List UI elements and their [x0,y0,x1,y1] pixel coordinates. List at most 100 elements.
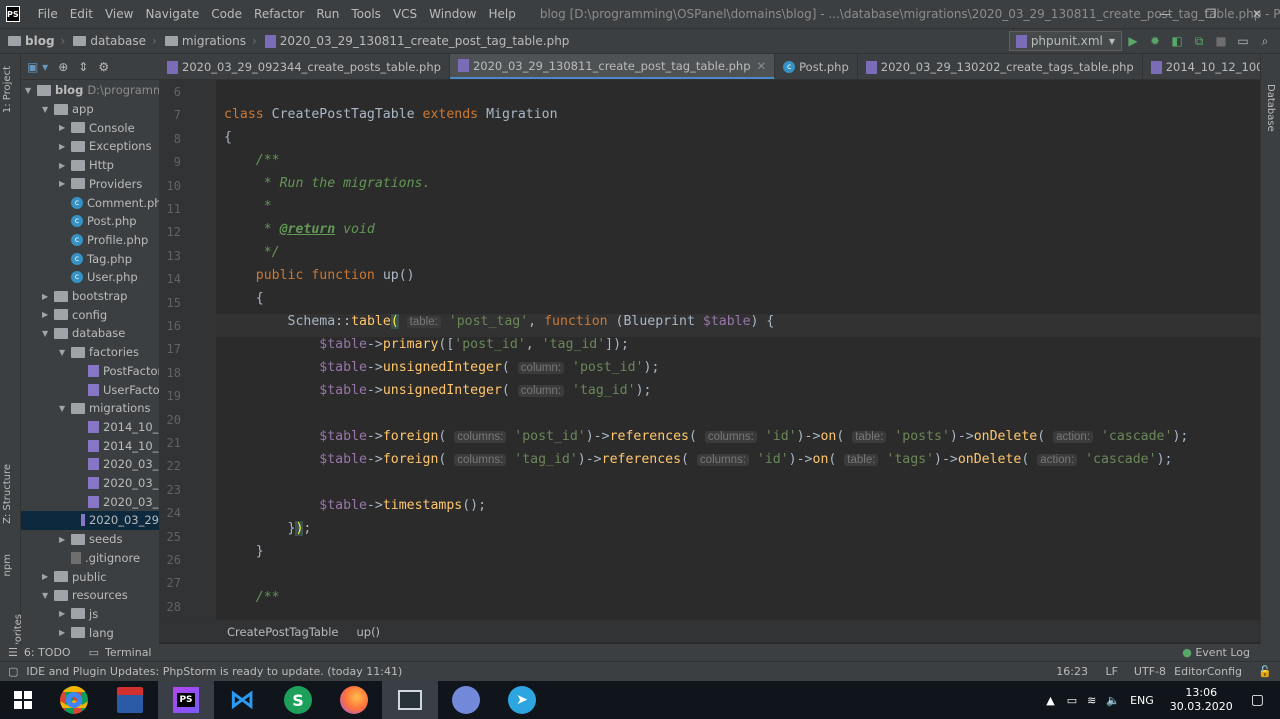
start-button[interactable] [0,681,46,719]
tree-item[interactable]: ▼ database [42,324,125,343]
locate-icon[interactable]: ⊕ [58,60,68,74]
tree-item[interactable]: ▼ resources [42,586,128,605]
tab-create-post-tag-table[interactable]: 2020_03_29_130811_create_post_tag_table.… [449,54,776,79]
editorconfig-status[interactable]: EditorConfig [1174,665,1242,678]
caret-position[interactable]: 16:23 [1056,665,1088,678]
crumb-migrations[interactable]: migrations › [164,34,257,48]
tool-tab-npm[interactable]: npm [2,554,13,576]
status-message[interactable]: IDE and Plugin Updates: PhpStorm is read… [26,665,402,678]
close-tab-icon[interactable]: ✕ [757,59,767,73]
breadcrumb-class[interactable]: CreatePostTagTable [227,625,338,639]
tree-item[interactable]: c Tag.php [59,249,132,268]
taskbar-firefox[interactable] [326,681,382,719]
taskbar-phpstorm[interactable]: PS [158,681,214,719]
tree-item[interactable]: ▼ migrations [59,399,151,418]
debug-icon[interactable]: ✹ [1144,31,1166,51]
tool-tab-project[interactable]: 1: Project [2,66,13,113]
tree-item[interactable]: .gitignore [59,549,140,568]
tool-tab-event-log[interactable]: ● Event Log [1182,646,1250,659]
tree-item[interactable]: 2020_03_29 [21,511,159,530]
tree-item[interactable]: c User.php [59,268,138,287]
taskbar-terminal[interactable] [382,681,438,719]
battery-icon[interactable]: ▭ [1067,694,1077,707]
taskbar-chrome[interactable] [46,681,102,719]
tool-tab-terminal[interactable]: Terminal [105,646,152,659]
taskbar-vscode[interactable]: ⋈ [214,681,270,719]
tab-create-passwords-table[interactable]: 2014_10_12_100000_create_passwo [1143,54,1260,79]
tab-post-php[interactable]: c Post.php [775,54,858,79]
tree-item[interactable]: ▶ Exceptions [59,137,152,156]
coverage-icon[interactable]: ◧ [1166,31,1188,51]
tree-item[interactable]: 2020_03_29 [76,492,159,511]
tree-item[interactable]: ▶ Providers [59,175,142,194]
tray-overflow-icon[interactable]: ▲ [1046,694,1054,707]
tree-item[interactable]: ▶ seeds [59,530,122,549]
stop-icon[interactable]: ■ [1210,31,1232,51]
tree-item[interactable]: ▶ Http [59,156,114,175]
menu-tools[interactable]: Tools [345,0,387,28]
menu-run[interactable]: Run [310,0,345,28]
tree-item[interactable]: 2020_03_29 [76,474,159,493]
input-language[interactable]: ENG [1130,694,1154,707]
tree-item[interactable]: c Post.php [59,212,137,231]
tree-item[interactable]: ▶ Console [59,118,135,137]
tree-item[interactable]: 2020_03_29 [76,455,159,474]
taskbar-s-app[interactable]: S [270,681,326,719]
menu-refactor[interactable]: Refactor [248,0,310,28]
tree-item-root[interactable]: ▼blogD:\programming [25,81,159,100]
tree-item[interactable]: 2014_10_12 [76,436,159,455]
menu-navigate[interactable]: Navigate [139,0,205,28]
tool-tab-todo[interactable]: 6: TODO [24,646,71,659]
clock[interactable]: 13:06 30.03.2020 [1170,686,1233,714]
tree-item[interactable]: UserFactor [76,380,159,399]
tree-item[interactable]: ▶ bootstrap [42,287,127,306]
collapse-icon[interactable]: ⇕ [78,60,88,74]
tool-tab-database[interactable]: Database [1265,84,1276,132]
tree-item[interactable]: ▶ config [42,305,107,324]
menu-code[interactable]: Code [205,0,248,28]
crumb-blog[interactable]: blog › [8,34,65,48]
tree-item[interactable]: cComment.php [59,193,159,212]
taskbar-telegram[interactable]: ➤ [494,681,550,719]
notification-icon[interactable]: ▢ [1251,692,1264,708]
maximize-button[interactable]: ❐ [1188,0,1234,28]
gear-icon[interactable]: ⚙ [98,60,109,74]
tree-item[interactable]: ▶ js [59,605,98,624]
search-everywhere-icon[interactable]: ⌕ [1254,31,1276,51]
breadcrumb-method[interactable]: up() [356,625,380,639]
tool-tab-structure[interactable]: Z: Structure [2,464,13,524]
lock-icon[interactable]: 🔓 [1258,665,1272,678]
minimize-button[interactable]: — [1142,0,1188,28]
code-editor[interactable]: class CreatePostTagTable extends Migrati… [216,80,1260,620]
menu-vcs[interactable]: VCS [387,0,423,28]
code-line-22: $table->foreign( columns: 'tag_id')->ref… [319,452,1173,467]
menu-file[interactable]: File [32,0,64,28]
menu-edit[interactable]: Edit [64,0,99,28]
taskbar-discord[interactable] [438,681,494,719]
crumb-file[interactable]: 2020_03_29_130811_create_post_tag_table.… [264,34,569,48]
crumb-database[interactable]: database › [73,34,157,48]
menu-window[interactable]: Window [423,0,482,28]
tree-item[interactable]: c Profile.php [59,231,148,250]
run-configuration-select[interactable]: phpunit.xml ▼ [1008,31,1122,51]
project-structure-icon[interactable]: ▭ [1232,31,1254,51]
menu-view[interactable]: View [99,0,139,28]
file-encoding[interactable]: UTF-8 [1134,665,1166,678]
tab-create-tags-table[interactable]: 2020_03_29_130202_create_tags_table.php [858,54,1143,79]
profile-icon[interactable]: ⧉ [1188,31,1210,51]
tab-create-posts-table[interactable]: 2020_03_29_092344_create_posts_table.php [159,54,450,79]
taskbar-save[interactable] [102,681,158,719]
tree-item[interactable]: ▼ app [42,100,94,119]
menu-help[interactable]: Help [482,0,521,28]
tree-item[interactable]: PostFactor [76,362,159,381]
run-icon[interactable]: ▶ [1122,31,1144,51]
line-separator[interactable]: LF [1106,665,1118,678]
tree-item[interactable]: 2014_10_12 [76,418,159,437]
volume-icon[interactable]: 🔈 [1106,694,1120,707]
wifi-icon[interactable]: ≋ [1087,694,1096,707]
close-button[interactable]: ✕ [1234,0,1280,28]
project-view-icon[interactable]: ▣ ▾ [27,60,48,74]
tree-item[interactable]: ▶ lang [59,623,114,642]
tree-item[interactable]: ▼ factories [59,343,139,362]
tree-item[interactable]: ▶ public [42,567,107,586]
